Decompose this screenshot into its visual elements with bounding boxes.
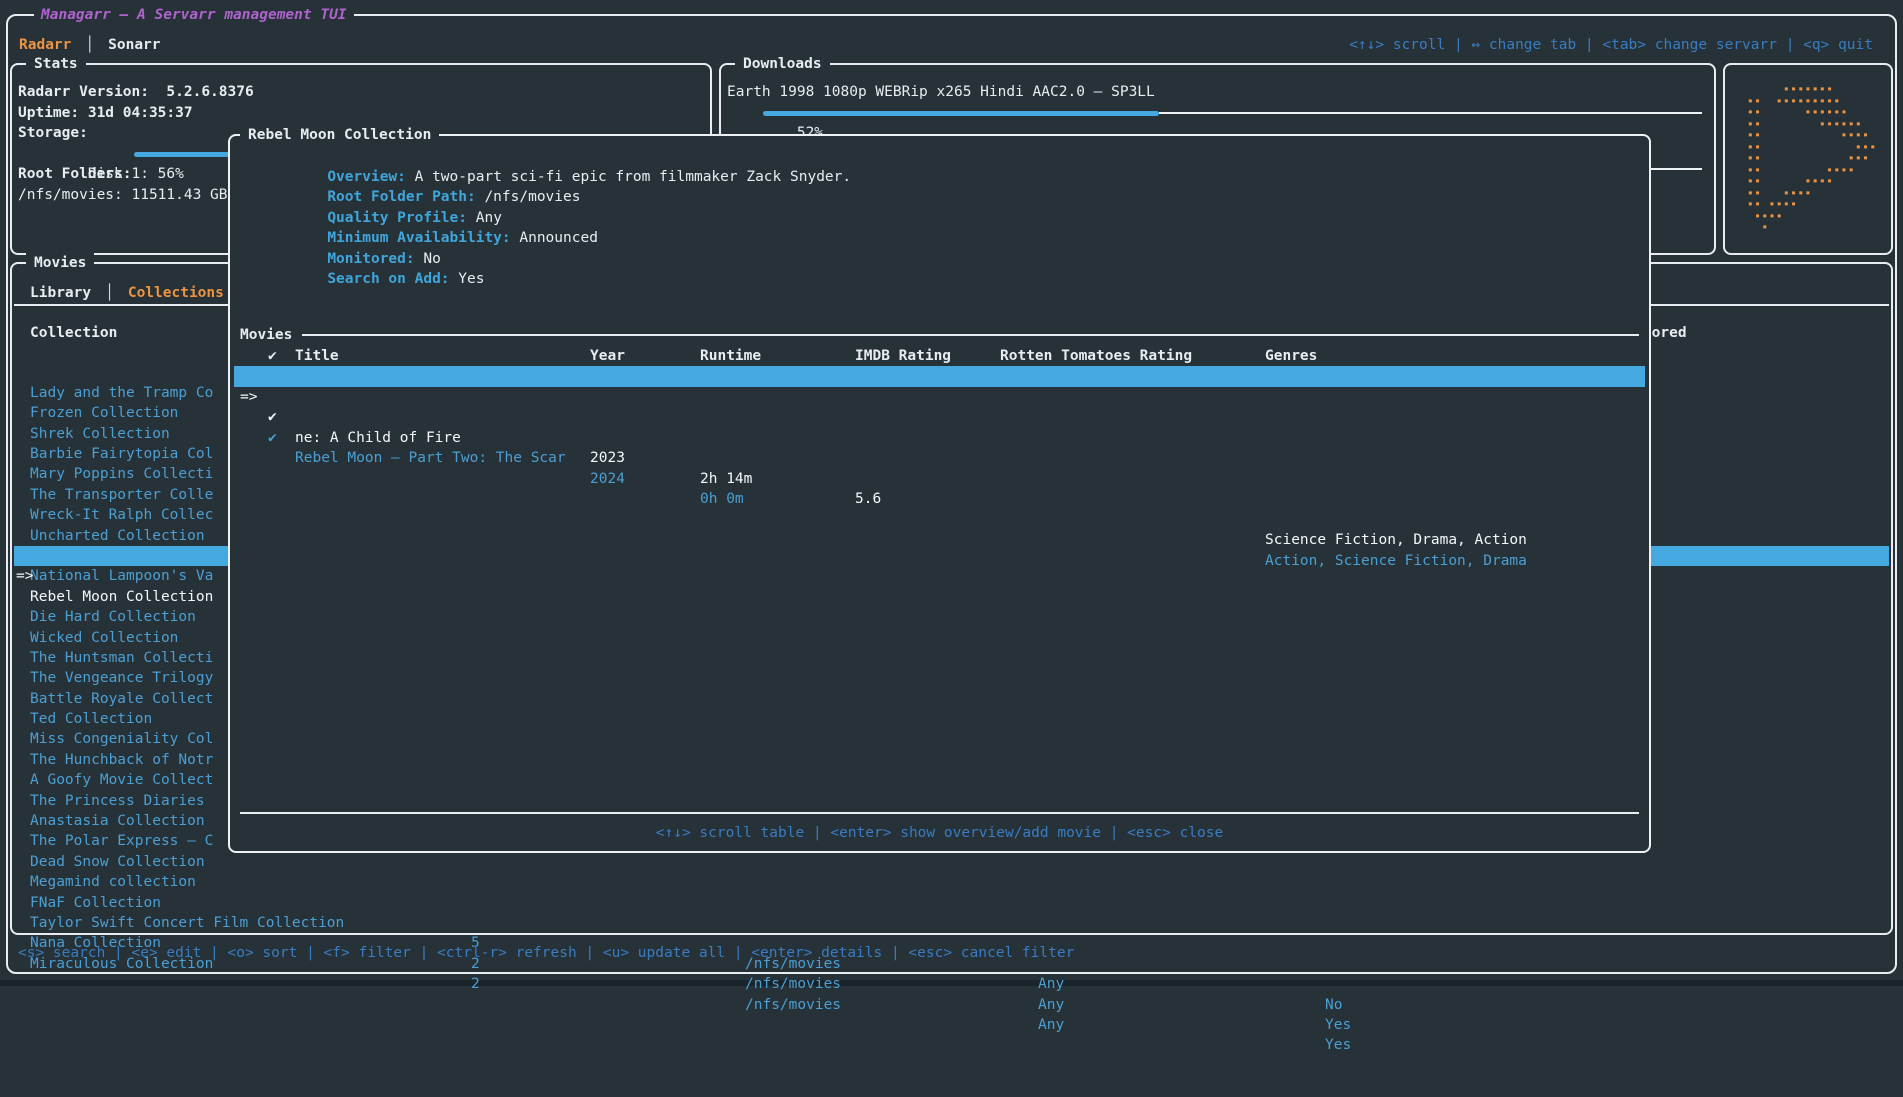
movie-year: 2024	[590, 469, 625, 490]
tab-sonarr[interactable]: Sonarr	[108, 37, 160, 53]
download-progress-bar	[763, 111, 1702, 116]
tab-radarr[interactable]: Radarr	[19, 37, 71, 53]
modal-footer-divider	[240, 812, 1639, 814]
field-value: Yes	[450, 271, 485, 287]
tab-separator: │	[71, 37, 108, 53]
movie-runtime: 2h 14m	[700, 469, 752, 490]
modal-field-row: Minimum Availability: Announced	[240, 208, 851, 229]
collection-search-on-add: Yes	[1325, 1035, 1351, 1055]
movie-year: 2023	[590, 448, 625, 469]
collection-details-modal: Rebel Moon Collection Overview: A two-pa…	[228, 134, 1651, 853]
collection-row[interactable]: FNaF Collection	[14, 852, 1889, 872]
movie-title: Rebel Moon – Part Two: The Scar	[295, 448, 566, 469]
field-label: Search on Add:	[327, 271, 449, 287]
movies-tab-separator-1: │	[91, 285, 128, 301]
collection-quality-profile: Any	[1038, 974, 1064, 994]
download-progress-fill	[763, 111, 1159, 116]
modal-title: Rebel Moon Collection	[240, 125, 439, 145]
modal-movies-title-rule	[302, 334, 1639, 336]
movie-genres: Science Fiction, Drama, Action	[1265, 530, 1527, 551]
download-item-name: Earth 1998 1080p WEBRip x265 Hindi AAC2.…	[727, 82, 1708, 103]
help-bar-keybinds: <s> search | <e> edit | <o> sort | <f> f…	[18, 943, 1074, 963]
bottom-strip	[0, 980, 1903, 986]
header-genres: Genres	[1265, 346, 1317, 366]
modal-field-row: Search on Add: Yes	[240, 249, 851, 270]
movies-panel-title: Movies	[26, 253, 94, 273]
modal-footer-keybinds: <↑↓> scroll table | <enter> show overvie…	[230, 823, 1649, 843]
modal-field-row: Quality Profile: Any	[240, 187, 851, 208]
modal-fields: Overview: A two-part sci-fi epic from fi…	[240, 146, 851, 269]
movies-tabs: Library│Collections│	[30, 283, 261, 303]
collection-row[interactable]: Taylor Swift Concert Film Collection 5 /…	[14, 872, 1889, 892]
movie-runtime: 0h 0m	[700, 489, 744, 510]
stats-panel-title: Stats	[26, 54, 86, 74]
movie-row[interactable]: ✔ Rebel Moon – Part Two: The Scar 2024 0…	[234, 387, 1645, 408]
header-check-icon: ✔	[268, 346, 277, 366]
logo-panel: ▪▪▪▪▪▪▪ ▪▪ ▪▪▪▪▪▪▪▪▪ ▪▪ ▪▪▪▪▪▪ ▪▪ ▪▪▪▪▪▪…	[1723, 63, 1893, 255]
top-keybinds: <↑↓> scroll | ↔ change tab | <tab> chang…	[1349, 35, 1873, 55]
header-collection: Collection	[30, 323, 117, 343]
download-item-progress-row: 52%	[727, 103, 1708, 124]
collection-search-on-add: Yes	[1325, 1015, 1351, 1035]
header-runtime: Runtime	[700, 346, 761, 366]
downloads-body: Earth 1998 1080p WEBRip x265 Hindi AAC2.…	[727, 82, 1708, 123]
movie-genres: Action, Science Fiction, Drama	[1265, 551, 1527, 572]
modal-field-row: Root Folder Path: /nfs/movies	[240, 167, 851, 188]
download-progress-rest	[1159, 112, 1702, 114]
header-title: Title	[295, 346, 339, 366]
header-rotten-tomatoes-rating: Rotten Tomatoes Rating	[1000, 346, 1192, 366]
tab-library[interactable]: Library	[30, 285, 91, 301]
header-imdb-rating: IMDB Rating	[855, 346, 951, 366]
collection-root-folder: /nfs/movies	[745, 974, 841, 994]
servarr-tabs: Radarr│Sonarr	[19, 35, 161, 55]
app-title-text: Managarr – A Servarr management TUI	[34, 7, 354, 23]
modal-movies-title: Movies	[240, 325, 302, 345]
downloads-panel-title: Downloads	[735, 54, 830, 74]
modal-movies-section: Movies	[240, 325, 1639, 345]
collection-quality-profile: Any	[1038, 1015, 1064, 1035]
modal-movies-table-header: ✔ Title Year Runtime IMDB Rating Rotten …	[244, 346, 1635, 366]
radarr-logo-icon: ▪▪▪▪▪▪▪ ▪▪ ▪▪▪▪▪▪▪▪▪ ▪▪ ▪▪▪▪▪▪ ▪▪ ▪▪▪▪▪▪…	[1740, 84, 1877, 234]
modal-field-row: Overview: A two-part sci-fi epic from fi…	[240, 146, 851, 167]
uptime: Uptime: 31d 04:35:37	[18, 103, 704, 124]
collection-row[interactable]: Nana Collection 2 /nfs/movies Any Yes	[14, 893, 1889, 913]
collection-row[interactable]: Miraculous Collection 2 /nfs/movies Any …	[14, 913, 1889, 933]
radarr-version: Radarr Version: 5.2.6.8376	[18, 82, 704, 103]
app-title: Managarr – A Servarr management TUI	[34, 5, 354, 25]
tab-collections[interactable]: Collections	[128, 285, 224, 301]
movie-imdb-rating: 5.6	[855, 489, 881, 510]
movie-row[interactable]: => ✔ ne: A Child of Fire 2023 2h 14m 5.6…	[234, 366, 1645, 387]
monitored-check-icon: ✔	[268, 428, 277, 449]
modal-movies-rows: => ✔ ne: A Child of Fire 2023 2h 14m 5.6…	[234, 366, 1645, 407]
modal-field-row: Monitored: No	[240, 228, 851, 249]
collection-root-folder: /nfs/movies	[745, 995, 841, 1015]
managarr-screen: Managarr – A Servarr management TUI Rada…	[0, 0, 1903, 986]
header-year: Year	[590, 346, 625, 366]
collection-search-on-add: No	[1325, 995, 1342, 1015]
collection-movie-count: 2	[471, 974, 480, 994]
collection-quality-profile: Any	[1038, 995, 1064, 1015]
